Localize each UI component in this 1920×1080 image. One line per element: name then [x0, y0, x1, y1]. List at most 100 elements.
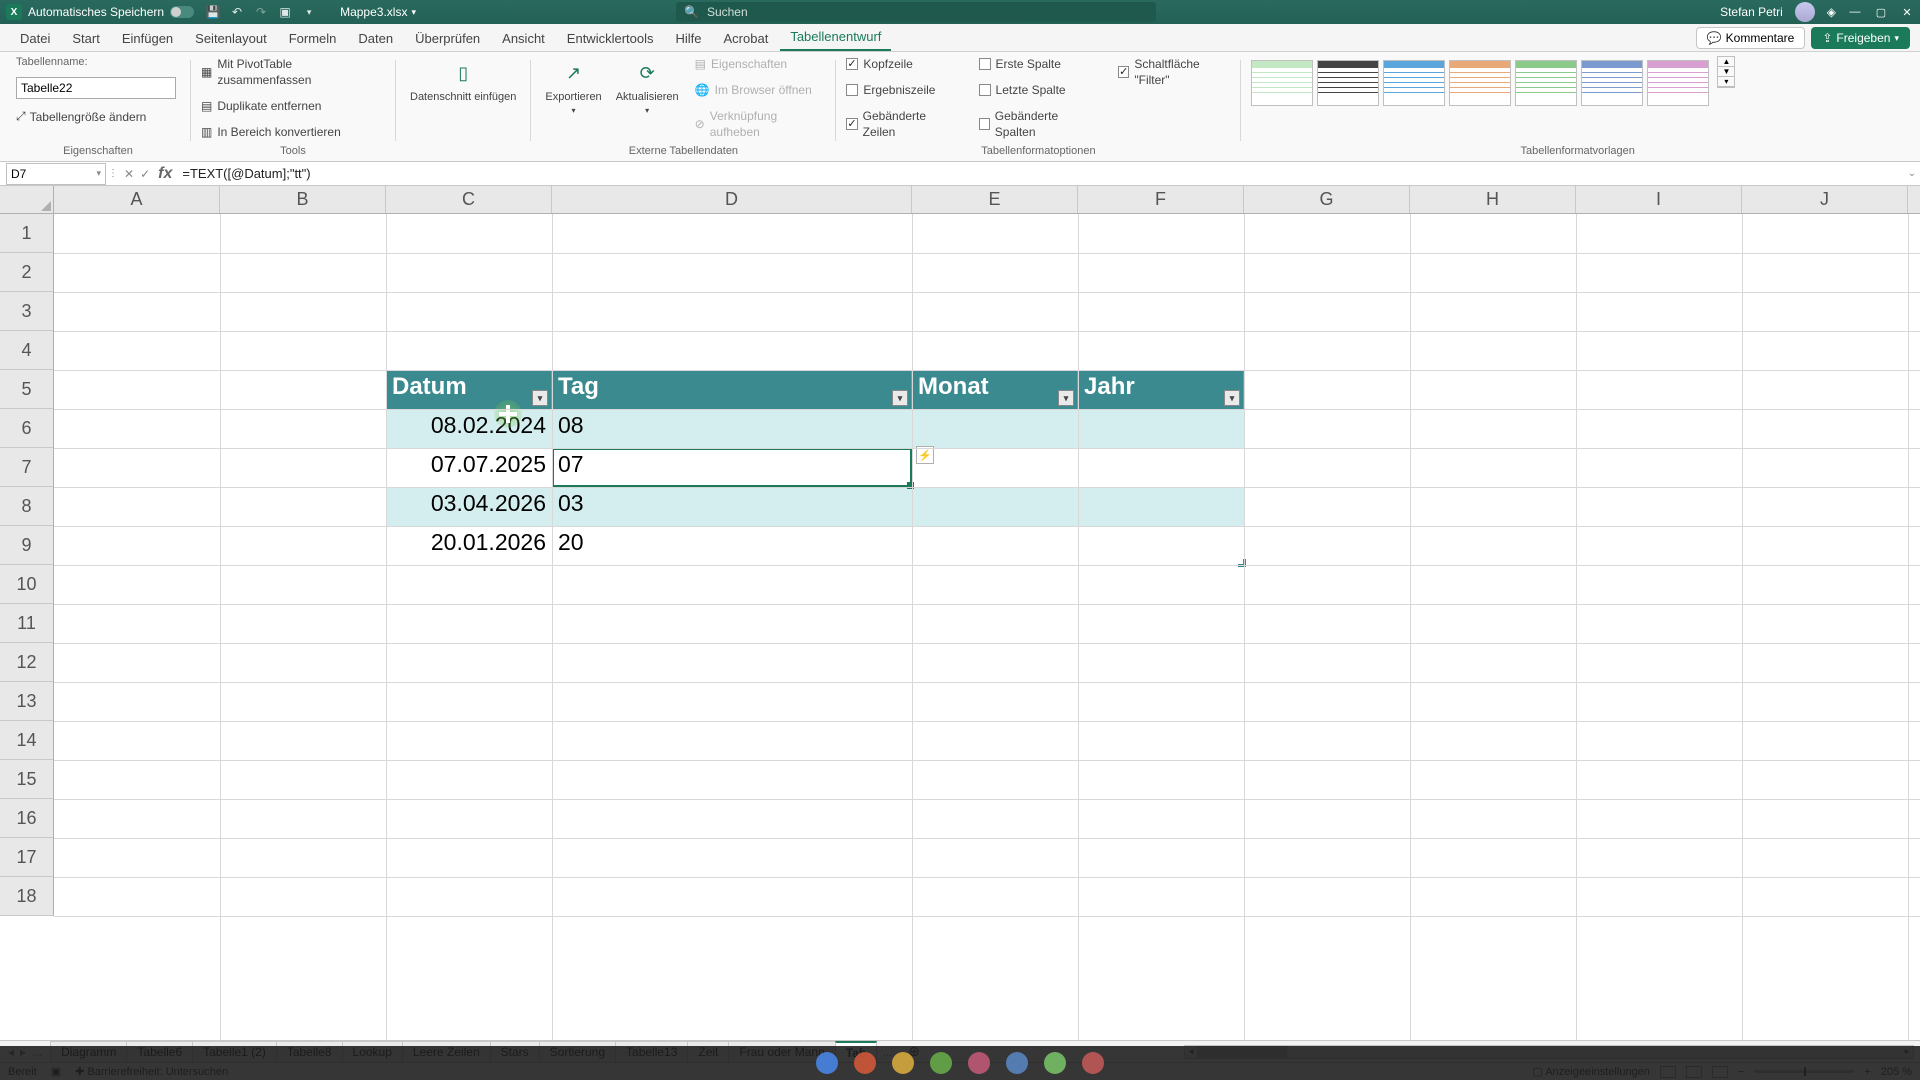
remove-duplicates-button[interactable]: ▤Duplikate entfernen — [201, 98, 321, 114]
close-button[interactable]: ✕ — [1900, 5, 1914, 19]
row-header-17[interactable]: 17 — [0, 838, 53, 877]
table-row[interactable]: 03.04.2026 03 — [386, 487, 1244, 526]
row-headers[interactable]: 123456789101112131415161718 — [0, 214, 54, 916]
autosave-toggle[interactable]: Automatisches Speichern — [28, 5, 194, 19]
scroll-up-icon[interactable]: ▲ — [1718, 57, 1734, 67]
share-button[interactable]: ⇪Freigeben▾ — [1811, 27, 1910, 49]
tab-entwicklertools[interactable]: Entwicklertools — [557, 26, 664, 51]
formula-input[interactable]: =TEXT([@Datum];"tt") — [176, 166, 1904, 181]
tab-formeln[interactable]: Formeln — [279, 26, 347, 51]
cells-area[interactable]: Datum▾ Tag▾ Monat▾ Jahr▾ 08.02.2024 08 0… — [54, 214, 1920, 1040]
taskbar-icon[interactable] — [892, 1052, 914, 1074]
tab-ueberpruefen[interactable]: Überprüfen — [405, 26, 490, 51]
fx-icon[interactable]: fx — [154, 165, 176, 183]
col-header-F[interactable]: F — [1078, 186, 1244, 213]
tab-start[interactable]: Start — [62, 26, 109, 51]
comments-button[interactable]: 💬Kommentare — [1696, 27, 1806, 49]
taskbar-icon[interactable] — [930, 1052, 952, 1074]
col-datum[interactable]: Datum▾ — [386, 370, 552, 409]
avatar[interactable] — [1795, 2, 1815, 22]
styles-scroll[interactable]: ▲ ▼ ▾ — [1717, 56, 1735, 88]
worksheet-grid[interactable]: ABCDEFGHIJ 123456789101112131415161718 D… — [0, 186, 1920, 1040]
resize-table-button[interactable]: ⤢Tabellengröße ändern — [16, 109, 146, 124]
first-col-checkbox[interactable]: Erste Spalte — [979, 56, 1095, 72]
slicer-button[interactable]: ▯Datenschnitt einfügen — [406, 56, 520, 106]
filter-button-checkbox[interactable]: Schaltfläche "Filter" — [1118, 56, 1230, 88]
row-header-16[interactable]: 16 — [0, 799, 53, 838]
header-row-checkbox[interactable]: Kopfzeile — [846, 56, 954, 72]
banded-cols-checkbox[interactable]: Gebänderte Spalten — [979, 108, 1095, 140]
tab-einfuegen[interactable]: Einfügen — [112, 26, 183, 51]
col-header-A[interactable]: A — [54, 186, 220, 213]
undo-icon[interactable]: ↶ — [230, 5, 244, 19]
row-header-3[interactable]: 3 — [0, 292, 53, 331]
row-header-7[interactable]: 7 — [0, 448, 53, 487]
last-col-checkbox[interactable]: Letzte Spalte — [979, 82, 1095, 98]
refresh-button[interactable]: ⟳Aktualisieren▾ — [612, 56, 683, 119]
table-row[interactable]: 07.07.2025 07 — [386, 448, 1244, 487]
col-header-I[interactable]: I — [1576, 186, 1742, 213]
col-header-G[interactable]: G — [1244, 186, 1410, 213]
chevron-down-icon[interactable]: ▾ — [411, 7, 416, 18]
table-style-swatch[interactable] — [1581, 60, 1643, 106]
row-header-18[interactable]: 18 — [0, 877, 53, 916]
row-header-4[interactable]: 4 — [0, 331, 53, 370]
table-style-swatch[interactable] — [1317, 60, 1379, 106]
table-styles-gallery[interactable] — [1251, 56, 1709, 106]
redo-icon[interactable]: ↷ — [254, 5, 268, 19]
table-style-swatch[interactable] — [1251, 60, 1313, 106]
table-row[interactable]: 20.01.2026 20 — [386, 526, 1244, 565]
tab-acrobat[interactable]: Acrobat — [714, 26, 779, 51]
tab-datei[interactable]: Datei — [10, 26, 60, 51]
row-header-12[interactable]: 12 — [0, 643, 53, 682]
row-header-1[interactable]: 1 — [0, 214, 53, 253]
camera-icon[interactable]: ▣ — [278, 5, 292, 19]
chevron-down-icon[interactable]: ▾ — [96, 168, 101, 179]
cancel-formula-icon[interactable]: ✕ — [124, 167, 134, 181]
maximize-button[interactable]: ▢ — [1874, 5, 1888, 19]
table-style-swatch[interactable] — [1449, 60, 1511, 106]
toggle-off-icon[interactable] — [170, 6, 194, 18]
document-name[interactable]: Mappe3.xlsx ▾ — [340, 5, 416, 19]
col-header-J[interactable]: J — [1742, 186, 1908, 213]
name-box[interactable]: D7▾ — [6, 163, 106, 185]
row-header-9[interactable]: 9 — [0, 526, 53, 565]
col-jahr[interactable]: Jahr▾ — [1078, 370, 1244, 409]
tablename-input[interactable] — [16, 77, 176, 99]
row-header-11[interactable]: 11 — [0, 604, 53, 643]
col-header-D[interactable]: D — [552, 186, 912, 213]
row-header-13[interactable]: 13 — [0, 682, 53, 721]
row-header-15[interactable]: 15 — [0, 760, 53, 799]
tab-seitenlayout[interactable]: Seitenlayout — [185, 26, 277, 51]
data-table[interactable]: Datum▾ Tag▾ Monat▾ Jahr▾ 08.02.2024 08 0… — [386, 370, 1244, 565]
convert-range-button[interactable]: ▥In Bereich konvertieren — [201, 124, 341, 140]
row-header-8[interactable]: 8 — [0, 487, 53, 526]
formula-expand-icon[interactable]: ⌄ — [1904, 168, 1920, 179]
search-box[interactable]: 🔍 Suchen — [676, 2, 1156, 22]
col-tag[interactable]: Tag▾ — [552, 370, 912, 409]
row-header-10[interactable]: 10 — [0, 565, 53, 604]
minimize-button[interactable]: — — [1848, 5, 1862, 19]
accept-formula-icon[interactable]: ✓ — [140, 167, 150, 181]
taskbar-icon[interactable] — [1006, 1052, 1028, 1074]
taskbar-icon[interactable] — [1082, 1052, 1104, 1074]
total-row-checkbox[interactable]: Ergebniszeile — [846, 82, 954, 98]
export-button[interactable]: ↗Exportieren▾ — [541, 56, 605, 119]
filter-dropdown-icon[interactable]: ▾ — [892, 390, 908, 406]
save-icon[interactable]: 💾 — [206, 5, 220, 19]
filter-dropdown-icon[interactable]: ▾ — [1058, 390, 1074, 406]
table-style-swatch[interactable] — [1515, 60, 1577, 106]
tab-ansicht[interactable]: Ansicht — [492, 26, 555, 51]
taskbar-icon[interactable] — [816, 1052, 838, 1074]
row-header-2[interactable]: 2 — [0, 253, 53, 292]
col-header-C[interactable]: C — [386, 186, 552, 213]
filter-dropdown-icon[interactable]: ▾ — [532, 390, 548, 406]
styles-more-icon[interactable]: ▾ — [1718, 77, 1734, 87]
tab-hilfe[interactable]: Hilfe — [666, 26, 712, 51]
scroll-down-icon[interactable]: ▼ — [1718, 67, 1734, 77]
col-header-B[interactable]: B — [220, 186, 386, 213]
taskbar-icon[interactable] — [854, 1052, 876, 1074]
column-headers[interactable]: ABCDEFGHIJ — [54, 186, 1920, 214]
col-monat[interactable]: Monat▾ — [912, 370, 1078, 409]
select-all-corner[interactable] — [0, 186, 54, 214]
